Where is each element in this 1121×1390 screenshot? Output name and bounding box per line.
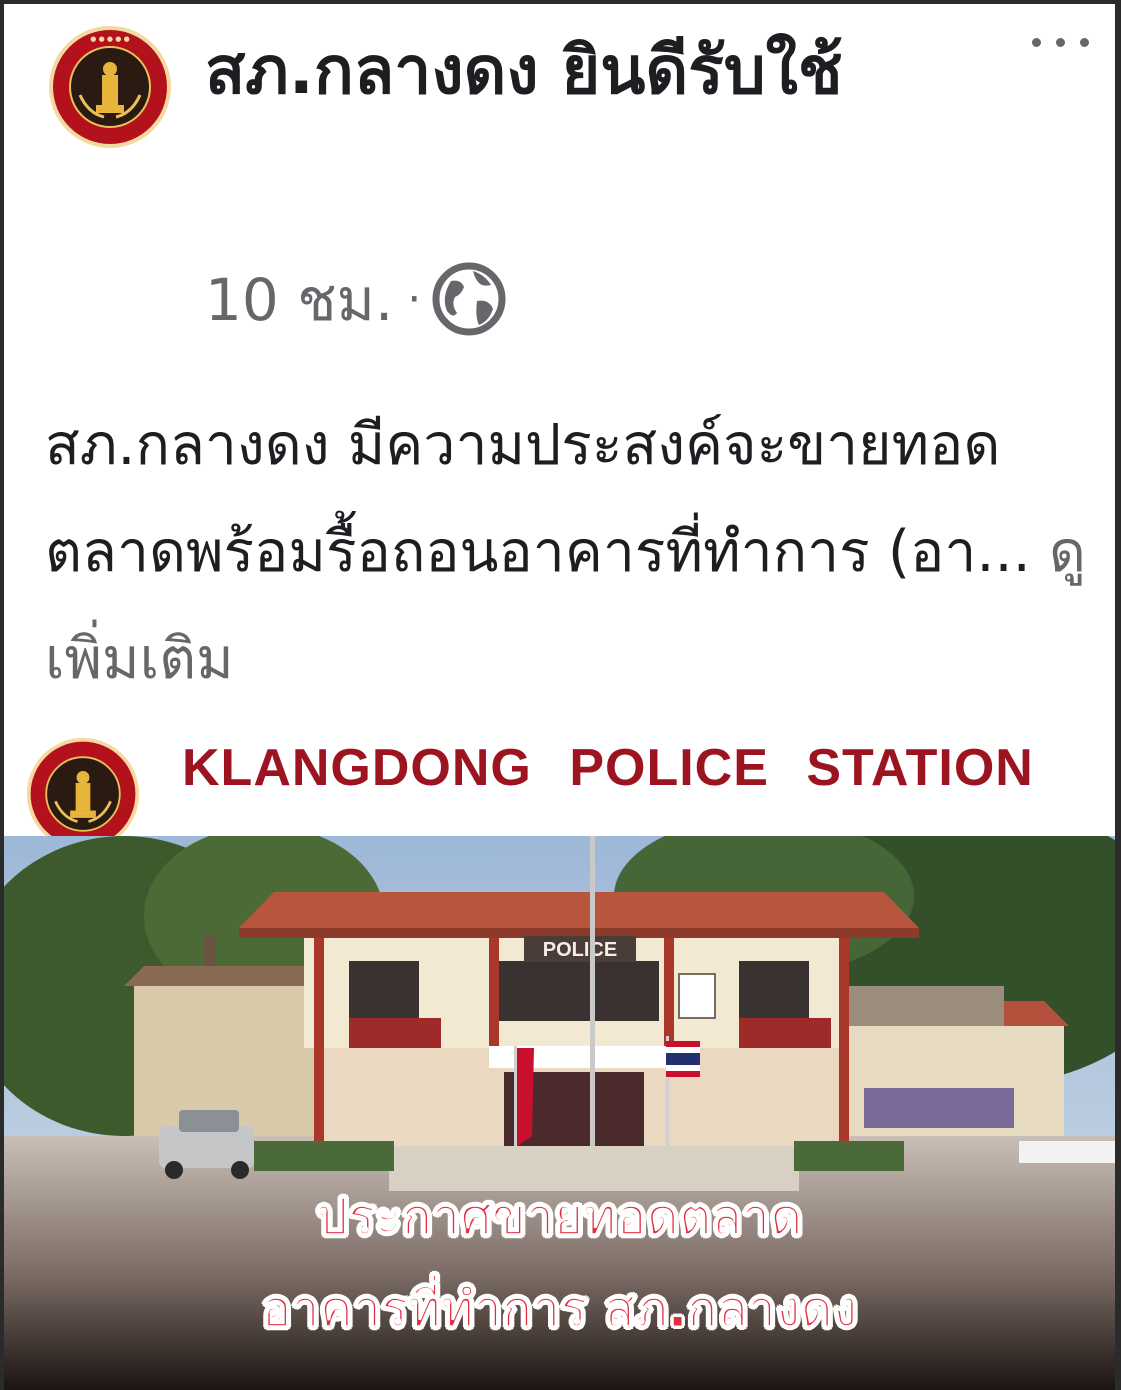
post-timestamp[interactable]: 10 ชม. (205, 253, 393, 346)
post-image[interactable]: KLANGDONG POLICE STATION POLICE ประกาศขา… (4, 712, 1115, 1390)
post-body: สภ.กลางดง มีความประสงค์จะขายทอดตลาดพร้อม… (45, 392, 1095, 713)
caption-line-2: อาคารที่ทำการ สภ.กลางดง (261, 1280, 858, 1339)
banner-title: KLANGDONG POLICE STATION (182, 739, 1034, 797)
window-border-top (0, 0, 1121, 4)
post-meta: 10 ชม. · (205, 262, 507, 336)
meta-separator: · (407, 273, 422, 325)
police-emblem-icon: ● ● ● ● ● (49, 26, 171, 148)
globe-icon[interactable] (431, 261, 507, 337)
building-sign: POLICE (543, 939, 617, 961)
station-logo (26, 737, 140, 851)
page-name-link[interactable]: สภ.กลางดง ยินดีรับใช้ (205, 24, 995, 118)
image-banner: KLANGDONG POLICE STATION (4, 712, 1115, 851)
caption-line-1: ประกาศขายทอดตลาด (316, 1188, 803, 1247)
page-avatar[interactable]: ● ● ● ● ● (48, 25, 172, 149)
svg-text:● ● ● ● ●: ● ● ● ● ● (90, 35, 129, 43)
police-emblem-icon (26, 737, 140, 851)
window-border-right (1115, 0, 1121, 1390)
post-text: สภ.กลางดง มีความประสงค์จะขายทอดตลาดพร้อม… (45, 412, 1031, 585)
more-options-icon[interactable] (1028, 22, 1094, 62)
